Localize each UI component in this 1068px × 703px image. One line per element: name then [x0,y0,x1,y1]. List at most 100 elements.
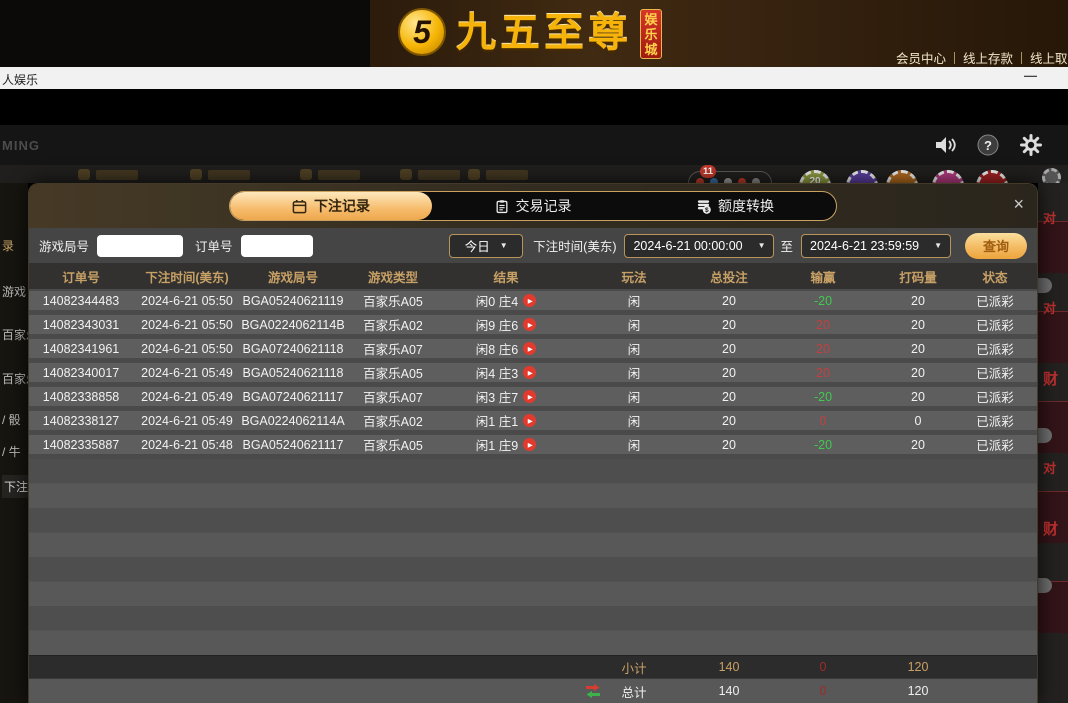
link-member-center[interactable]: 会员中心 [896,48,946,67]
sidebar-item[interactable]: 下注 [2,475,28,498]
cell-turnover: 20 [885,294,951,308]
tab-transaction-records[interactable]: 交易记录 [432,192,634,220]
tab-label: 额度转换 [718,196,774,216]
result-text: 闲0 庄4 [476,291,518,310]
table-body-rows: 14082344483 2024-6-21 05:50 BGA052406211… [29,291,1037,459]
sidebar-item[interactable]: / 牛 [2,443,21,460]
game-round-input[interactable] [97,235,183,257]
cell-type: 百家乐A07 [345,387,441,406]
category-icon [190,169,250,180]
tab-credit-transfer[interactable]: $ 额度转换 [634,192,836,220]
sidebar-item[interactable]: / 骰 [2,411,21,428]
cell-play: 闲 [571,435,697,454]
total-turnover: 120 [885,684,951,698]
cell-turnover: 20 [885,438,951,452]
date-from-select[interactable]: 2024-6-21 00:00:00 ▼ [624,234,774,258]
bet-chip-20[interactable]: 20 [799,170,831,183]
date-from-value: 2024-6-21 00:00:00 [633,239,742,253]
sidebar-item[interactable]: 百家乐 [2,326,28,343]
site-header: 5 九五至尊 娱乐城 会员中心 线上存款 线上取款 [0,0,1068,67]
quick-range-select[interactable]: 今日 ▼ [449,234,523,258]
play-icon[interactable]: ▶ [523,414,536,427]
table-row: 14082335887 2024-6-21 05:48 BGA052406211… [29,435,1037,454]
table-header: 订单号 下注时间(美东) 游戏局号 游戏类型 结果 玩法 总投注 输赢 打码量 … [29,263,1037,289]
chevron-down-icon: ▼ [500,241,508,250]
cell-round: BGA05240621118 [241,366,345,380]
cell-time: 2024-6-21 05:50 [133,318,241,332]
gear-icon[interactable] [1020,134,1042,156]
sidebar-item[interactable]: 游戏 [2,283,26,300]
bet-chip[interactable] [846,170,878,183]
cell-result: 闲1 庄1 ▶ [441,411,571,430]
play-icon[interactable]: ▶ [523,342,536,355]
play-icon[interactable]: ▶ [523,390,536,403]
search-button[interactable]: 查询 [965,233,1027,259]
cell-turnover: 20 [885,342,951,356]
link-deposit[interactable]: 线上存款 [963,48,1013,67]
cell-total-bet: 20 [697,390,761,404]
bet-chip[interactable] [976,170,1008,183]
cell-type: 百家乐A05 [345,291,441,310]
game-category-strip: 11 20 [0,165,1068,183]
col-header-result: 结果 [441,267,571,286]
to-label: 至 [780,236,793,255]
close-icon[interactable]: × [1013,195,1024,213]
play-icon[interactable]: ▶ [523,294,536,307]
cell-type: 百家乐A05 [345,435,441,454]
bet-area [1038,311,1068,363]
link-withdraw[interactable]: 线上取款 [1030,48,1068,67]
total-row: 总计 140 0 120 [29,678,1037,703]
cell-win-loss: -20 [761,294,885,308]
header-links: 会员中心 线上存款 线上取款 [896,48,1068,67]
table-row: 14082338127 2024-6-21 05:49 BGA022406211… [29,411,1037,430]
cell-win-loss: 20 [761,318,885,332]
site-logo[interactable]: 5 九五至尊 娱乐城 [398,8,662,59]
help-icon[interactable]: ? [977,134,999,156]
provider-brand: MING [2,138,40,153]
header-left-block [0,0,370,67]
chip-icon[interactable] [1042,168,1061,183]
result-text: 闲1 庄1 [476,411,518,430]
cell-win-loss: 0 [761,414,885,428]
cell-play: 闲 [571,363,697,382]
tab-bet-records[interactable]: 下注记录 [230,192,432,220]
cell-result: 闲4 庄3 ▶ [441,363,571,382]
notification-badge: 11 [700,165,716,178]
table-body: 14082344483 2024-6-21 05:50 BGA052406211… [29,289,1037,655]
left-sidebar-sliver: 录 游戏 百家乐 百家乐 / 骰 / 牛 下注 [0,183,28,703]
total-label: 总计 [621,686,646,700]
subtotal-turnover: 120 [885,660,951,674]
order-number-input[interactable] [241,235,313,257]
result-text: 闲9 庄6 [476,315,518,334]
game-toolbar: MING ? [0,125,1068,165]
sidebar-item[interactable]: 录 [2,237,14,254]
play-icon[interactable]: ▶ [523,438,536,451]
svg-text:?: ? [984,138,992,153]
modal-top-bar: 下注记录 交易记录 [29,184,1037,228]
play-icon[interactable]: ▶ [523,318,536,331]
page: 5 九五至尊 娱乐城 会员中心 线上存款 线上取款 人娱乐 — MING [0,0,1068,703]
speaker-icon[interactable] [934,134,956,156]
subtotal-winloss: 0 [761,660,885,674]
cell-win-loss: -20 [761,438,885,452]
bet-label: 财 [1043,368,1058,389]
cell-type: 百家乐A02 [345,411,441,430]
date-to-select[interactable]: 2024-6-21 23:59:59 ▼ [801,234,951,258]
swap-icon[interactable] [585,684,601,698]
category-icon [78,169,138,180]
cell-order: 14082344483 [29,294,133,308]
col-header-winloss: 输赢 [761,267,885,286]
sidebar-item[interactable]: 百家乐 [2,370,28,387]
cell-type: 百家乐A05 [345,363,441,382]
cell-status: 已派彩 [951,387,1037,406]
minimize-button[interactable]: — [1024,68,1037,83]
bet-chip[interactable] [932,170,964,183]
play-icon[interactable]: ▶ [523,366,536,379]
cell-order: 14082338858 [29,390,133,404]
chevron-down-icon: ▼ [758,241,766,250]
cell-play: 闲 [571,387,697,406]
date-to-value: 2024-6-21 23:59:59 [810,239,919,253]
bet-chip[interactable] [886,170,918,183]
table-row: 14082344483 2024-6-21 05:50 BGA052406211… [29,291,1037,310]
cell-win-loss: 20 [761,342,885,356]
